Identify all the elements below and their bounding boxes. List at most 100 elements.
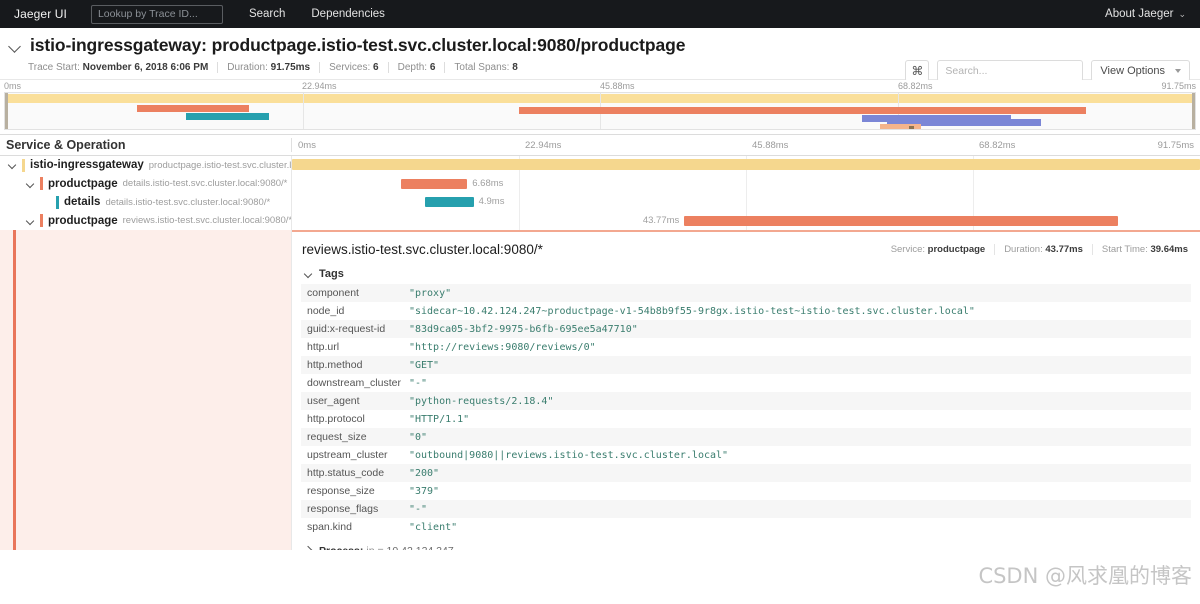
meta-duration: Duration: 91.75ms xyxy=(227,62,321,73)
minimap-tick-3: 68.82ms xyxy=(898,81,933,91)
minimap-span-bar-1 xyxy=(185,113,270,120)
span-bar-cell[interactable]: 43.77ms xyxy=(292,211,1200,230)
collapse-trace-chevron-icon[interactable] xyxy=(8,39,22,53)
process-value: 10.42.124.247 xyxy=(387,545,454,550)
tag-value: "379" xyxy=(408,485,440,497)
span-color-tick xyxy=(40,214,43,228)
meta-value: November 6, 2018 6:06 PM xyxy=(82,62,209,73)
tag-value: "outbound|9080||reviews.istio-test.svc.c… xyxy=(408,449,729,461)
meta-value: 8 xyxy=(512,62,518,73)
span-duration-bar[interactable] xyxy=(424,197,474,207)
span-bar-cell[interactable] xyxy=(292,156,1200,175)
span-row[interactable]: details details.istio-test.svc.cluster.lo… xyxy=(0,193,1200,212)
minimap-canvas[interactable] xyxy=(4,92,1196,130)
span-color-tick xyxy=(22,158,25,172)
minimap-gridline xyxy=(302,93,304,129)
view-options-button[interactable]: View Options xyxy=(1091,60,1190,82)
about-jaeger-menu[interactable]: About Jaeger ⌄ xyxy=(1105,8,1186,20)
tag-value: "http://reviews:9080/reviews/0" xyxy=(408,341,596,353)
keyboard-shortcuts-button[interactable]: ⌘ xyxy=(905,60,930,82)
minimap-drag-handle-right[interactable] xyxy=(1192,93,1195,129)
span-duration-bar[interactable] xyxy=(292,159,1200,170)
tags-accordion-toggle[interactable]: Tags xyxy=(292,265,1200,284)
trace-header-tools: ⌘ View Options xyxy=(905,60,1190,82)
nav-link-search[interactable]: Search xyxy=(249,8,285,20)
span-name-cell[interactable]: details details.istio-test.svc.cluster.lo… xyxy=(0,193,292,212)
timeline-tick-2: 45.88ms xyxy=(752,140,789,151)
tag-value: "83d9ca05-3bf2-9975-b6fb-695ee5a47710" xyxy=(408,323,638,335)
tag-row: http.method "GET" xyxy=(301,356,1191,374)
tag-value: "HTTP/1.1" xyxy=(408,413,470,425)
tag-row: guid:x-request-id "83d9ca05-3bf2-9975-b6f… xyxy=(301,320,1191,338)
span-operation-name: reviews.istio-test.svc.cluster.local:908… xyxy=(122,215,292,227)
span-duration-label: 4.9ms xyxy=(478,196,505,207)
about-jaeger-label: About Jaeger xyxy=(1105,8,1174,20)
detail-meta-label: Start Time: xyxy=(1101,244,1148,255)
top-navigation-bar: Jaeger UI Search Dependencies About Jaeg… xyxy=(0,0,1200,28)
span-service-name: productpage xyxy=(48,177,118,190)
span-duration-bar[interactable] xyxy=(684,215,1119,226)
process-key-value: ip = 10.42.124.247 xyxy=(366,545,453,550)
tag-row: component "proxy" xyxy=(301,284,1191,302)
meta-total-spans: Total Spans: 8 xyxy=(454,62,526,73)
tag-value: "200" xyxy=(408,467,440,479)
span-service-name: productpage xyxy=(48,214,118,227)
span-name-cell[interactable]: istio-ingressgateway productpage.istio-te… xyxy=(0,156,292,175)
minimap-tick-labels: 0ms 22.94ms 45.88ms 68.82ms 91.75ms xyxy=(0,80,1200,92)
span-duration-label: 6.68ms xyxy=(472,177,504,189)
span-name-cell[interactable]: productpage reviews.istio-test.svc.cluste… xyxy=(0,211,292,230)
span-bar-cell[interactable]: 6.68ms xyxy=(292,174,1200,193)
meta-depth: Depth: 6 xyxy=(398,62,446,73)
tag-key: upstream_cluster xyxy=(307,449,388,461)
span-list[interactable]: istio-ingressgateway productpage.istio-te… xyxy=(0,156,1200,550)
tag-key: response_size xyxy=(307,485,375,497)
tags-accordion-label: Tags xyxy=(319,268,344,280)
tag-value: "proxy" xyxy=(408,287,452,299)
chevron-down-icon[interactable] xyxy=(24,214,38,228)
tag-row: span.kind "client" xyxy=(301,518,1191,536)
meta-label: Trace Start: xyxy=(28,62,80,73)
search-input[interactable] xyxy=(937,60,1084,82)
chevron-down-icon[interactable] xyxy=(24,177,38,191)
timeline-gridline xyxy=(519,174,520,193)
meta-value: 6 xyxy=(373,62,379,73)
view-options-label: View Options xyxy=(1100,65,1165,77)
meta-value: 91.75ms xyxy=(270,62,311,73)
minimap-span-bar-0 xyxy=(137,105,249,112)
span-duration-bar[interactable] xyxy=(400,178,468,189)
span-row[interactable]: istio-ingressgateway productpage.istio-te… xyxy=(0,156,1200,175)
span-color-tick xyxy=(40,177,43,191)
app-logo[interactable]: Jaeger UI xyxy=(14,7,67,21)
tag-row: node_id "sidecar~10.42.124.247~productpag… xyxy=(301,302,1191,320)
process-accordion-toggle[interactable]: Process: ip = 10.42.124.247 xyxy=(292,536,1200,550)
span-row[interactable]: productpage details.istio-test.svc.cluste… xyxy=(0,174,1200,193)
meta-label: Total Spans: xyxy=(454,62,510,73)
trace-minimap[interactable]: 0ms 22.94ms 45.88ms 68.82ms 91.75ms xyxy=(0,80,1200,134)
column-header-timeline-ticks: 0ms 22.94ms 45.88ms 68.82ms 91.75ms xyxy=(292,135,1200,155)
tag-row: http.protocol "HTTP/1.1" xyxy=(301,410,1191,428)
detail-meta-service: Service: productpage xyxy=(882,244,996,255)
minimap-span-bar-2 xyxy=(519,107,1086,114)
chevron-down-icon[interactable] xyxy=(6,158,20,172)
span-row[interactable]: productpage reviews.istio-test.svc.cluste… xyxy=(0,211,1200,230)
span-bar-cell[interactable]: 4.9ms xyxy=(292,193,1200,212)
minimap-drag-handle-left[interactable] xyxy=(5,93,8,129)
meta-services: Services: 6 xyxy=(329,62,389,73)
trace-title-row[interactable]: istio-ingressgateway: productpage.istio-… xyxy=(8,35,1188,56)
trace-id-lookup-input[interactable] xyxy=(90,4,223,24)
span-name-cell[interactable]: productpage details.istio-test.svc.cluste… xyxy=(0,174,292,193)
meta-label: Services: xyxy=(329,62,371,73)
detail-meta-value: productpage xyxy=(927,244,986,255)
minimap-tick-2: 45.88ms xyxy=(600,81,635,91)
chevron-down-icon xyxy=(302,267,316,281)
meta-trace-start: Trace Start: November 6, 2018 6:06 PM xyxy=(28,62,219,73)
detail-meta-label: Duration: xyxy=(1004,244,1043,255)
span-service-name: istio-ingressgateway xyxy=(30,159,144,172)
tag-key: user_agent xyxy=(307,395,360,407)
detail-meta-duration: Duration: 43.77ms xyxy=(995,244,1093,255)
nav-link-dependencies[interactable]: Dependencies xyxy=(311,8,385,20)
tag-key: span.kind xyxy=(307,521,352,533)
tag-row: request_size "0" xyxy=(301,428,1191,446)
timeline-gridline xyxy=(519,211,520,230)
minimap-tick-4: 91.75ms xyxy=(1161,81,1196,91)
